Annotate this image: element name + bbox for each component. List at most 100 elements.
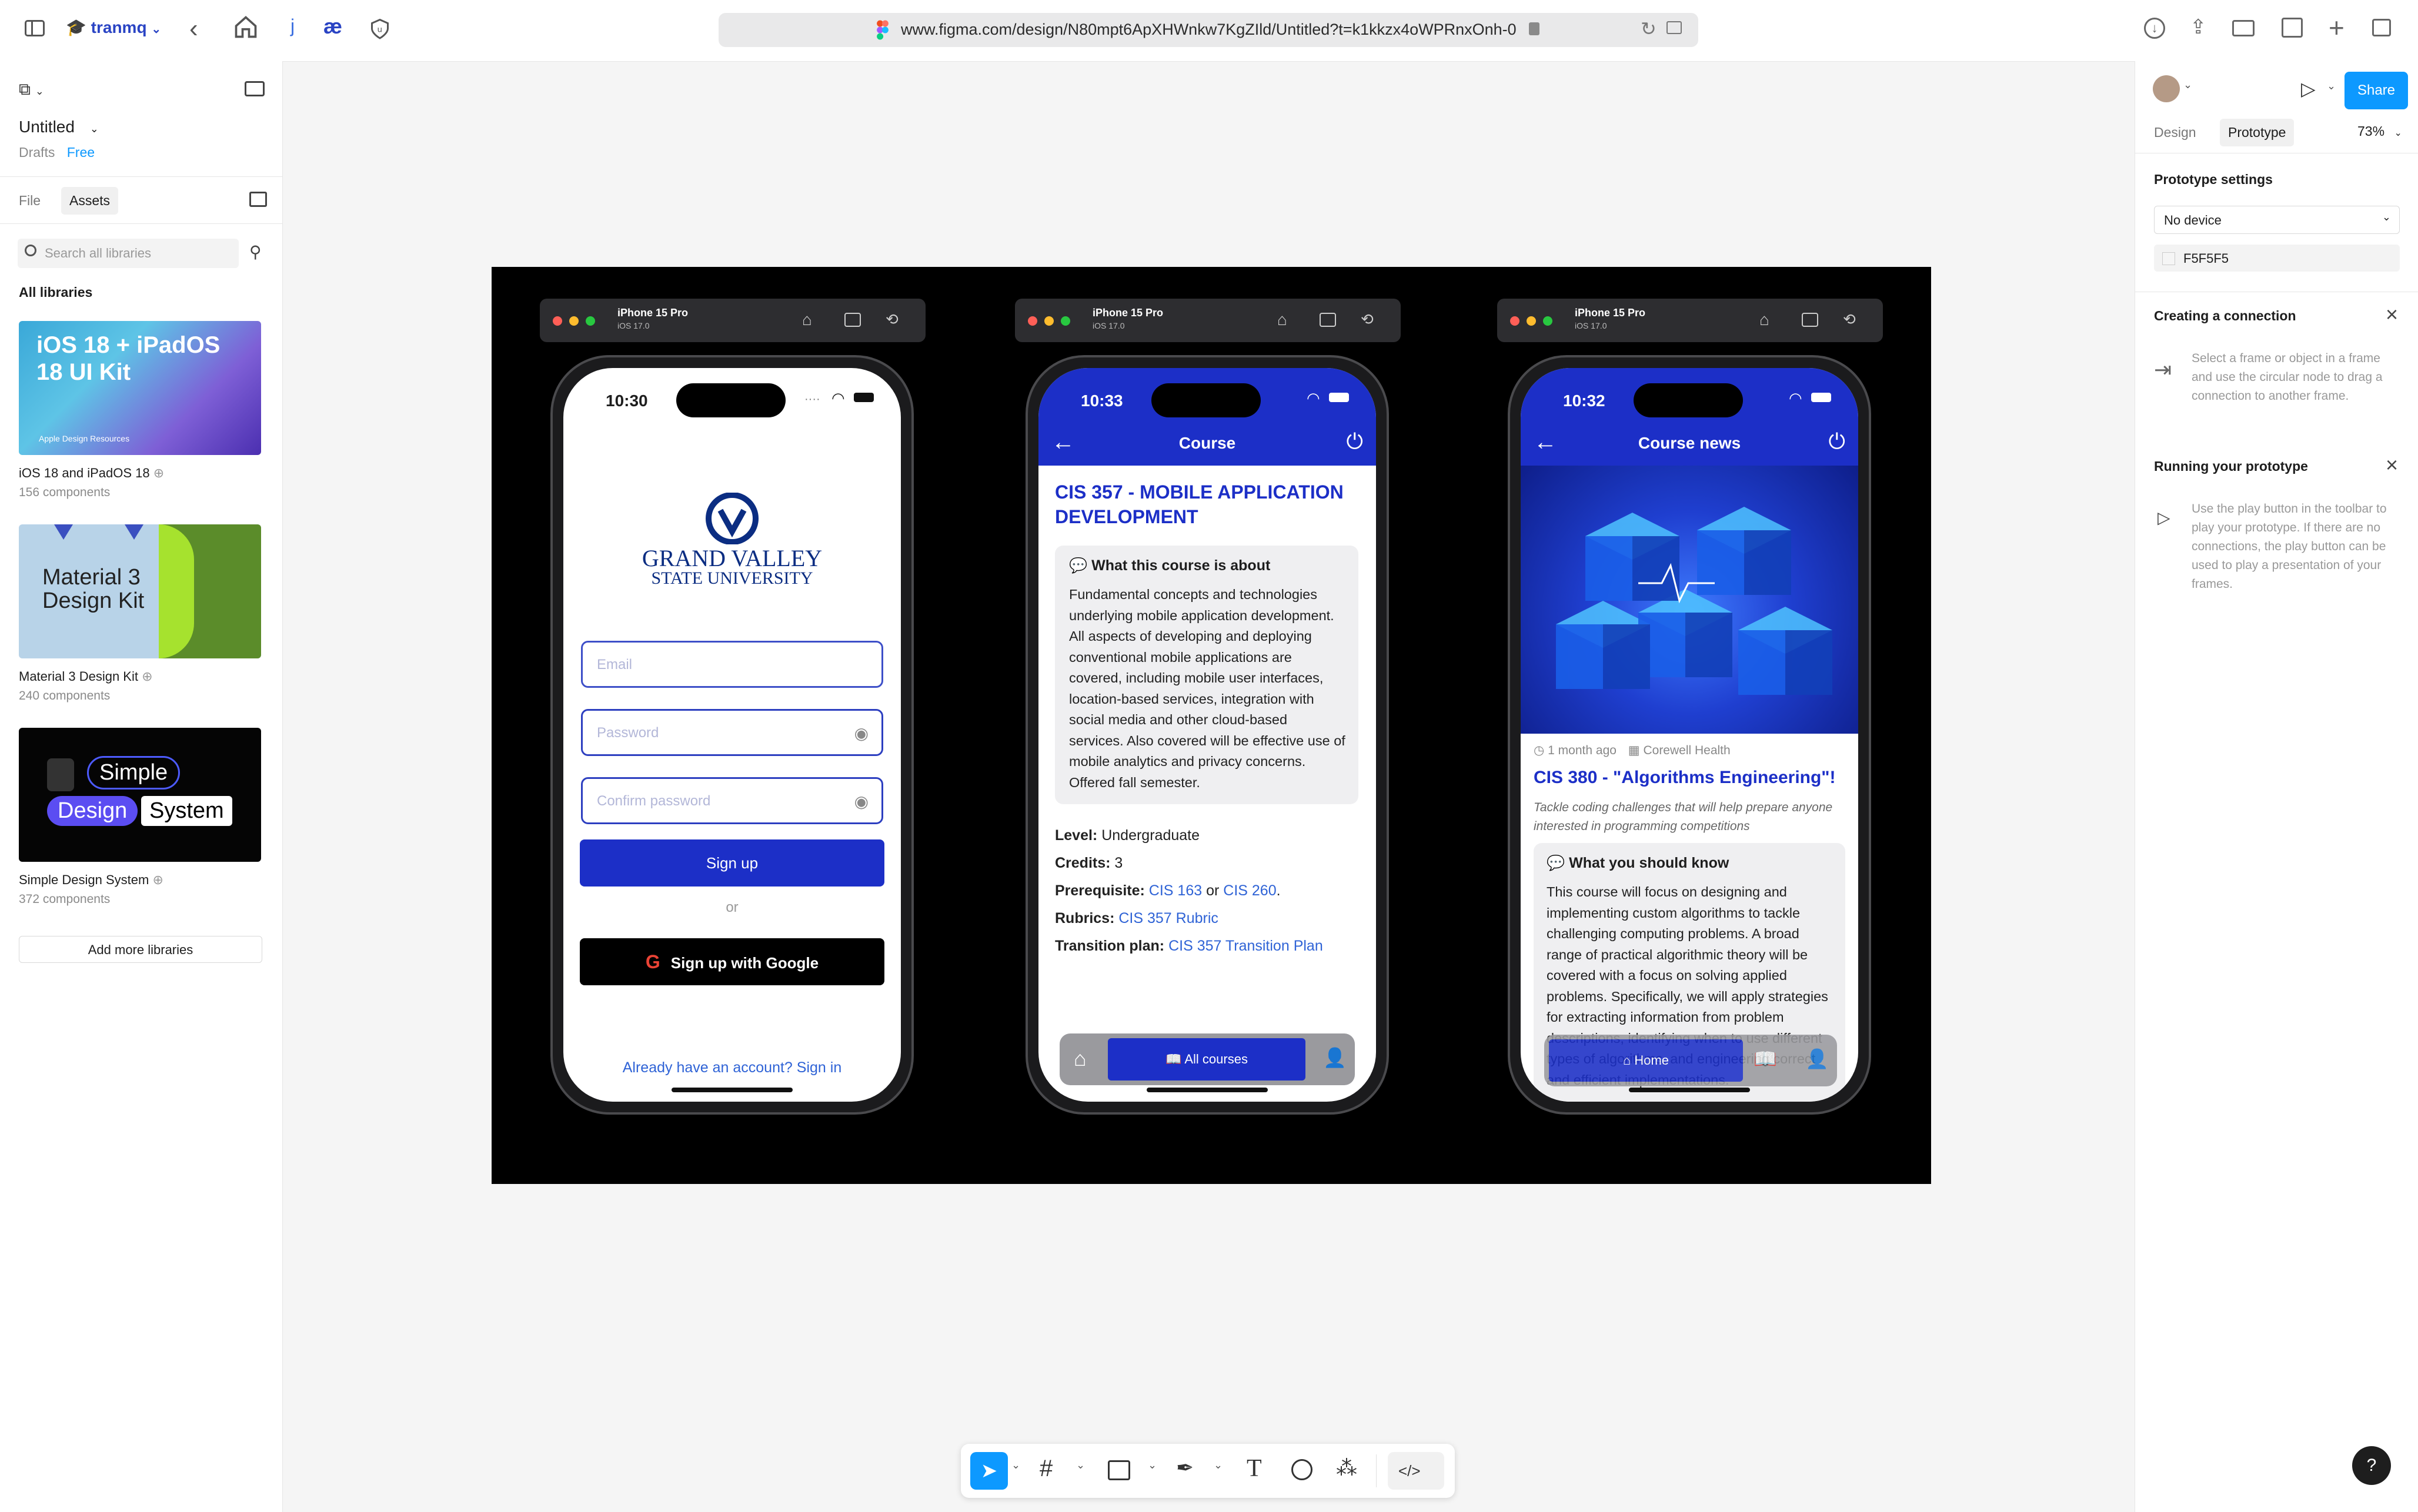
tab-design[interactable]: Design — [2154, 125, 2196, 141]
library-thumbnail-material[interactable]: Material 3 Design Kit — [19, 524, 261, 658]
close-icon[interactable]: × — [2386, 302, 2398, 327]
shield-icon[interactable]: u — [369, 18, 390, 44]
simulator-titlebar[interactable]: iPhone 15 Pro iOS 17.0 ⌂ ⟲ — [1497, 299, 1883, 342]
library-name[interactable]: Simple Design System ⊕ — [19, 872, 163, 888]
sign-up-button[interactable]: Sign up — [580, 839, 884, 887]
tab-assets[interactable]: Assets — [61, 187, 119, 215]
nav-book-icon[interactable]: 📖 — [1754, 1048, 1777, 1070]
close-dot[interactable] — [1510, 316, 1519, 326]
simulator-titlebar[interactable]: iPhone 15 Pro iOS 17.0 ⌂ ⟲ — [1015, 299, 1401, 342]
home-icon[interactable]: ⌂ — [802, 310, 812, 329]
chevron-down-icon[interactable]: ⌄ — [2327, 80, 2336, 92]
back-arrow-icon[interactable]: ‹ — [189, 14, 198, 44]
chevron-down-icon[interactable]: ⌄ — [1214, 1459, 1223, 1471]
library-name[interactable]: Material 3 Design Kit ⊕ — [19, 669, 153, 684]
plan-badge[interactable]: Free — [67, 145, 95, 160]
download-icon[interactable]: ↓ — [2144, 18, 2165, 39]
reload-icon[interactable]: ↻ — [1641, 18, 1656, 40]
zoom-dot[interactable] — [1061, 316, 1070, 326]
rotate-icon[interactable]: ⟲ — [1843, 310, 1856, 329]
power-icon[interactable]: ⏻ — [1829, 429, 1845, 454]
nav-profile-icon[interactable]: 👤 — [1323, 1046, 1347, 1069]
minimize-dot[interactable] — [569, 316, 579, 326]
nav-all-courses[interactable]: 📖 All courses — [1108, 1038, 1305, 1081]
rotate-icon[interactable]: ⟲ — [1361, 310, 1374, 329]
filter-icon[interactable]: ⚲ — [249, 242, 262, 262]
wifi-icon: ◠ — [831, 389, 845, 407]
zoom-level[interactable]: 73% ⌄ — [2357, 123, 2402, 139]
nav-profile-icon[interactable]: 👤 — [1805, 1048, 1829, 1070]
simulator-titlebar[interactable]: iPhone 15 Pro iOS 17.0 ⌂ ⟲ — [540, 299, 926, 342]
reader-icon[interactable] — [1666, 21, 1682, 34]
close-dot[interactable] — [553, 316, 562, 326]
email-field[interactable]: Email — [581, 641, 883, 688]
image-tool-icon[interactable] — [1108, 1460, 1130, 1480]
color-swatch[interactable] — [2162, 252, 2175, 265]
power-icon[interactable]: ⏻ — [1347, 429, 1363, 454]
rubric-link[interactable]: CIS 357 Rubric — [1118, 910, 1218, 926]
screenshot-icon[interactable] — [844, 313, 861, 327]
user-profile-menu[interactable]: 🎓 tranmq ⌄ — [66, 18, 161, 37]
library-thumbnail-simple[interactable]: Simple Design System — [19, 728, 261, 862]
library-name[interactable]: iOS 18 and iPadOS 18 ⊕ — [19, 466, 164, 481]
zoom-dot[interactable] — [586, 316, 595, 326]
chevron-down-icon[interactable]: ⌄ — [1011, 1459, 1020, 1471]
avatar[interactable] — [2153, 75, 2180, 102]
share-icon[interactable]: ⇪ — [2190, 15, 2207, 39]
library-search-input[interactable]: Search all libraries — [18, 239, 239, 268]
tab-overview-icon[interactable] — [2372, 19, 2391, 36]
minimize-dot[interactable] — [1044, 316, 1054, 326]
chevron-down-icon[interactable]: ⌄ — [1148, 1459, 1157, 1471]
collapse-panel-icon[interactable] — [245, 81, 265, 96]
device-select[interactable]: No device ⌄ — [2154, 206, 2400, 234]
eye-icon[interactable]: ◉ — [854, 792, 869, 811]
close-dot[interactable] — [1028, 316, 1037, 326]
extension-ae-icon[interactable]: æ — [323, 14, 342, 39]
move-tool-icon[interactable]: ➤ — [970, 1452, 1008, 1490]
help-button[interactable]: ? — [2352, 1446, 2391, 1485]
figma-menu-icon[interactable]: ⧉ ⌄ — [19, 80, 44, 99]
actions-tool-icon[interactable]: ⁂ — [1336, 1456, 1357, 1480]
tab-file[interactable]: File — [19, 193, 41, 209]
rotate-icon[interactable]: ⟲ — [886, 310, 899, 329]
library-book-icon[interactable] — [249, 192, 267, 207]
home-icon[interactable]: ⌂ — [1759, 310, 1769, 329]
play-prototype-icon[interactable]: ▷ — [2301, 78, 2316, 100]
prereq-link-a[interactable]: CIS 163 — [1149, 882, 1202, 899]
pen-tool-icon[interactable]: ✒ — [1176, 1456, 1194, 1480]
add-more-libraries-button[interactable]: Add more libraries — [19, 936, 262, 963]
screenshot-icon[interactable] — [1320, 313, 1336, 327]
google-signup-button[interactable]: G Sign up with Google — [580, 938, 884, 985]
password-field[interactable]: Password ◉ — [581, 709, 883, 756]
comment-tool-icon[interactable] — [1291, 1459, 1312, 1480]
mail-icon[interactable] — [2232, 20, 2255, 36]
file-title[interactable]: Untitled ⌄ — [19, 118, 99, 136]
chevron-down-icon[interactable]: ⌄ — [1076, 1459, 1085, 1471]
nav-home[interactable]: ⌂ Home — [1549, 1039, 1743, 1082]
zoom-dot[interactable] — [1543, 316, 1552, 326]
eye-icon[interactable]: ◉ — [854, 724, 869, 743]
home-icon[interactable]: ⌂ — [1277, 310, 1287, 329]
home-icon[interactable] — [233, 14, 259, 43]
nav-home-icon[interactable]: ⌂ — [1074, 1046, 1087, 1071]
sidebar-toggle-icon[interactable] — [25, 20, 45, 36]
dev-mode-icon[interactable]: </> — [1388, 1452, 1444, 1490]
print-icon[interactable] — [2282, 18, 2303, 38]
minimize-dot[interactable] — [1527, 316, 1536, 326]
status-time: 10:32 — [1563, 392, 1605, 410]
new-tab-icon[interactable]: + — [2329, 12, 2344, 44]
background-color-field[interactable]: F5F5F5 — [2154, 245, 2400, 272]
tab-prototype[interactable]: Prototype — [2220, 119, 2295, 146]
prereq-link-b[interactable]: CIS 260 — [1223, 882, 1276, 899]
chevron-down-icon[interactable]: ⌄ — [2183, 79, 2192, 91]
sign-in-link[interactable]: Already have an account? Sign in — [563, 1059, 901, 1076]
text-tool-icon[interactable]: T — [1247, 1454, 1262, 1483]
library-thumbnail-ios[interactable]: iOS 18 + iPadOS 18 UI Kit Apple Design R… — [19, 321, 261, 455]
screenshot-icon[interactable] — [1802, 313, 1818, 327]
confirm-password-field[interactable]: Confirm password ◉ — [581, 777, 883, 824]
transition-link[interactable]: CIS 357 Transition Plan — [1168, 938, 1323, 954]
share-button[interactable]: Share — [2344, 72, 2408, 109]
close-icon[interactable]: × — [2386, 453, 2398, 477]
frame-tool-icon[interactable]: # — [1040, 1456, 1053, 1482]
extension-j-icon[interactable]: j — [290, 15, 295, 37]
